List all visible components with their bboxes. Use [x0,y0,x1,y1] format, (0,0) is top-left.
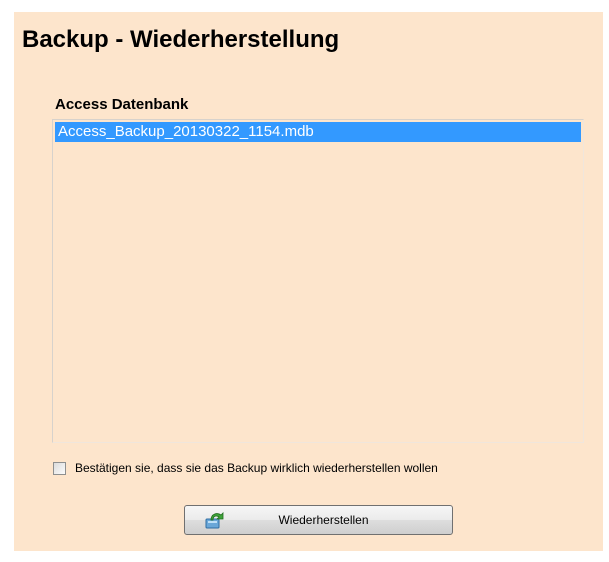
confirm-checkbox[interactable] [53,461,66,475]
list-item[interactable]: Access_Backup_20130322_1154.mdb [55,122,581,142]
backup-file-list[interactable]: Access_Backup_20130322_1154.mdb [52,119,584,443]
restore-button-label: Wiederherstellen [278,513,369,527]
database-section-label: Access Datenbank [55,96,189,113]
confirm-label[interactable]: Bestätigen sie, dass sie das Backup wirk… [75,461,438,475]
restore-button[interactable]: Wiederherstellen [184,505,453,535]
confirm-row: Bestätigen sie, dass sie das Backup wirk… [53,459,438,477]
page-title: Backup - Wiederherstellung [22,26,340,53]
